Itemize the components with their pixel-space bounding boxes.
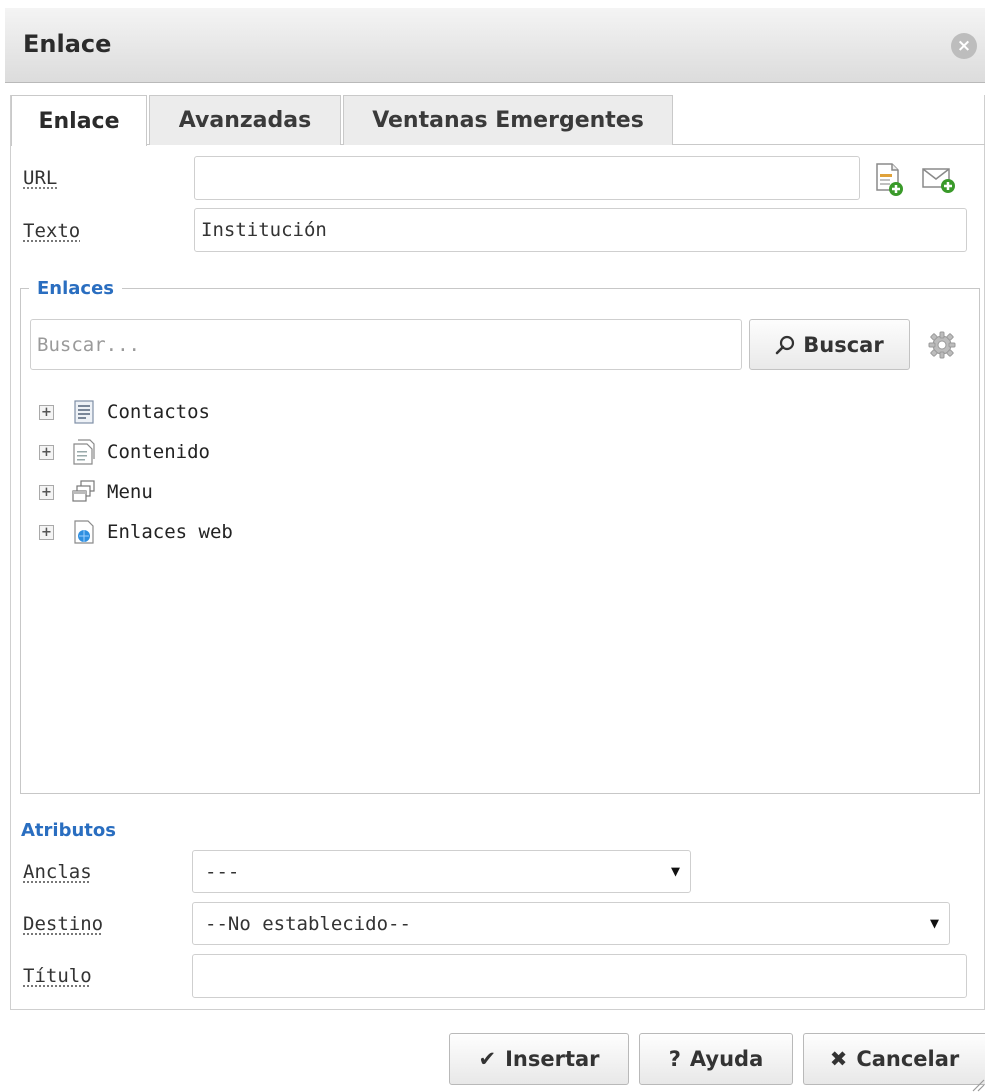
insert-button[interactable]: ✔ Insertar xyxy=(449,1033,629,1085)
add-document-icon[interactable] xyxy=(874,162,904,196)
tree-item-label: Menu xyxy=(107,481,153,503)
tree-item-contenido[interactable]: + Contenido xyxy=(39,437,210,467)
cancel-button[interactable]: ✖ Cancelar xyxy=(803,1033,985,1085)
url-input[interactable] xyxy=(194,156,860,200)
anclas-value: --- xyxy=(205,860,240,883)
dialog-panel: Enlace Avanzadas Ventanas Emergentes URL… xyxy=(10,95,985,1010)
gear-icon[interactable] xyxy=(928,331,956,359)
expand-icon[interactable]: + xyxy=(39,524,54,540)
expand-icon[interactable]: + xyxy=(39,484,54,500)
cancel-button-label: Cancelar xyxy=(856,1047,960,1071)
resize-grip-icon[interactable] xyxy=(971,1078,985,1092)
destino-value: --No establecido-- xyxy=(205,912,411,935)
expand-icon[interactable]: + xyxy=(39,404,54,420)
dropdown-arrow-icon: ▼ xyxy=(670,862,680,880)
destino-label: Destino xyxy=(23,913,104,935)
expand-icon[interactable]: + xyxy=(39,444,54,460)
tree-item-label: Enlaces web xyxy=(107,521,233,543)
tree-item-contactos[interactable]: + Contactos xyxy=(39,397,210,427)
tab-bar: Enlace Avanzadas Ventanas Emergentes xyxy=(11,95,985,146)
add-email-icon[interactable] xyxy=(921,166,957,194)
enlaces-legend: Enlaces xyxy=(29,278,123,299)
atributos-title: Atributos xyxy=(21,820,116,841)
web-links-icon xyxy=(74,520,94,544)
dialog-title: Enlace xyxy=(23,30,112,58)
menu-windows-icon xyxy=(72,480,95,502)
dropdown-arrow-icon: ▼ xyxy=(929,914,939,932)
close-icon[interactable]: × xyxy=(951,33,977,59)
titulo-label: Título xyxy=(23,965,92,987)
texto-input[interactable] xyxy=(194,208,967,252)
check-icon: ✔ xyxy=(478,1047,497,1071)
help-button-label: Ayuda xyxy=(689,1047,764,1071)
cancel-x-icon: ✖ xyxy=(829,1047,848,1071)
destino-select[interactable]: --No establecido-- ▼ xyxy=(192,902,950,945)
tree-item-enlaces-web[interactable]: + Enlaces web xyxy=(39,517,233,547)
tree-item-label: Contenido xyxy=(107,441,210,463)
search-icon xyxy=(775,335,795,354)
dialog-titlebar: Enlace × xyxy=(5,8,985,83)
question-icon: ? xyxy=(668,1047,681,1071)
insert-button-label: Insertar xyxy=(505,1047,600,1071)
titulo-input[interactable] xyxy=(192,954,967,998)
search-button[interactable]: Buscar xyxy=(749,319,910,370)
tab-ventanas-emergentes[interactable]: Ventanas Emergentes xyxy=(343,95,673,145)
help-button[interactable]: ? Ayuda xyxy=(639,1033,793,1085)
tab-avanzadas[interactable]: Avanzadas xyxy=(149,95,341,145)
search-input[interactable] xyxy=(30,319,742,370)
contacts-document-icon xyxy=(74,400,94,424)
url-label: URL xyxy=(23,167,58,189)
anclas-label: Anclas xyxy=(23,861,92,883)
anclas-select[interactable]: --- ▼ xyxy=(192,850,691,893)
tree-item-label: Contactos xyxy=(107,401,210,423)
texto-label: Texto xyxy=(23,220,81,242)
tab-enlace[interactable]: Enlace xyxy=(11,95,147,146)
tree-item-menu[interactable]: + Menu xyxy=(39,477,153,507)
search-button-label: Buscar xyxy=(803,332,884,357)
content-pages-icon xyxy=(73,439,95,465)
